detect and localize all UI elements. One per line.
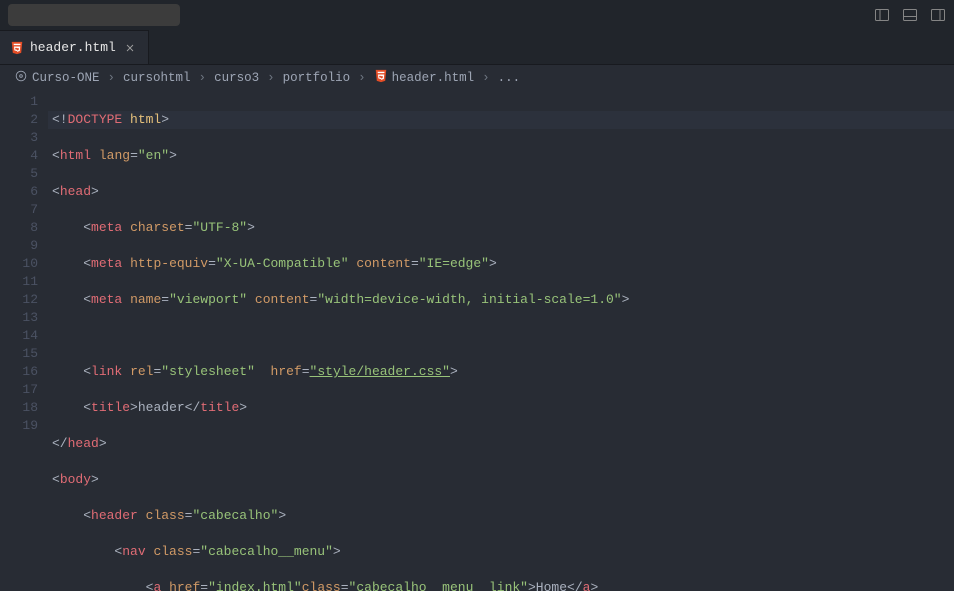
- tab-label: header.html: [30, 40, 116, 55]
- breadcrumb-item[interactable]: ...: [498, 71, 521, 85]
- toggle-secondary-sidebar-icon[interactable]: [930, 7, 946, 23]
- html5-icon: [10, 41, 24, 55]
- line-number-gutter: 123 456 789 101112 131415 161718 19: [0, 91, 52, 591]
- breadcrumb-item[interactable]: curso3 ›: [214, 71, 279, 85]
- html5-icon: [374, 69, 388, 87]
- code-content[interactable]: <!DOCTYPE html> <html lang="en"> <head> …: [52, 91, 954, 591]
- editor-tab-bar: header.html: [0, 30, 954, 65]
- toggle-panel-icon[interactable]: [902, 7, 918, 23]
- code-editor[interactable]: 123 456 789 101112 131415 161718 19 <!DO…: [0, 91, 954, 591]
- title-bar: [0, 0, 954, 30]
- breadcrumb-item[interactable]: portfolio ›: [283, 71, 370, 85]
- editor-tab-header-html[interactable]: header.html: [0, 30, 149, 64]
- chevron-right-icon: ›: [108, 71, 116, 85]
- chevron-right-icon: ›: [482, 71, 490, 85]
- crumb-label: cursohtml: [123, 71, 191, 85]
- crumb-label: ...: [498, 71, 521, 85]
- command-center-search[interactable]: [8, 4, 180, 26]
- breadcrumb-item[interactable]: header.html ›: [374, 69, 494, 87]
- breadcrumb[interactable]: Curso-ONE › cursohtml › curso3 › portfol…: [0, 65, 954, 91]
- close-icon[interactable]: [122, 42, 138, 54]
- breadcrumb-item[interactable]: cursohtml ›: [123, 71, 210, 85]
- crumb-label: header.html: [392, 71, 475, 85]
- chevron-right-icon: ›: [267, 71, 275, 85]
- crumb-label: curso3: [214, 71, 259, 85]
- crumb-label: Curso-ONE: [32, 71, 100, 85]
- crumb-label: portfolio: [283, 71, 351, 85]
- disc-icon: [14, 69, 28, 87]
- toggle-primary-sidebar-icon[interactable]: [874, 7, 890, 23]
- chevron-right-icon: ›: [358, 71, 366, 85]
- chevron-right-icon: ›: [199, 71, 207, 85]
- layout-controls: [874, 7, 946, 23]
- breadcrumb-item[interactable]: Curso-ONE ›: [14, 69, 119, 87]
